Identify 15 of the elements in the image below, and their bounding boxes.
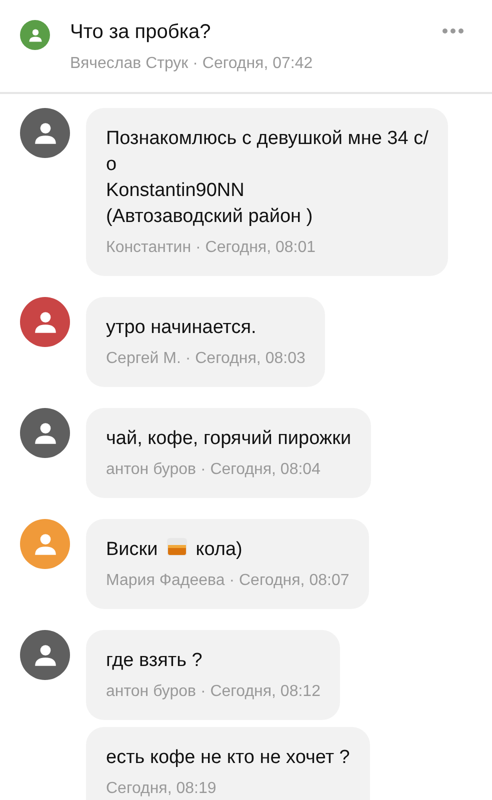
message-meta: Сергей М. · Сегодня, 08:03 — [106, 349, 306, 369]
message-text: утро начинается. — [106, 316, 258, 340]
message-text: Виски кола) — [106, 537, 244, 562]
message-text: чай, кофе, горячий пирожки — [106, 427, 352, 451]
message-meta: Сегодня, 08:19 — [106, 779, 218, 799]
post-title: Что за пробка? — [70, 20, 212, 44]
message-meta: Мария Фадеева · Сегодня, 08:07 — [106, 571, 350, 591]
message-meta: антон буров · Сегодня, 08:04 — [106, 460, 322, 480]
message-meta: антон буров · Сегодня, 08:12 — [106, 682, 320, 702]
message-meta: Константин · Сегодня, 08:01 — [106, 238, 317, 258]
post-meta: Вячеслав Струк · Сегодня, 07:42 — [70, 54, 314, 74]
message-text: Познакомлюсь с девушкой мне 34 с/ о Konstantin90NN (Автозаводский район ) — [106, 127, 428, 229]
message-text: где взять ? — [106, 649, 204, 673]
message-text: есть кофе не кто не хочет ? — [106, 746, 350, 770]
more-icon[interactable] — [442, 28, 464, 34]
